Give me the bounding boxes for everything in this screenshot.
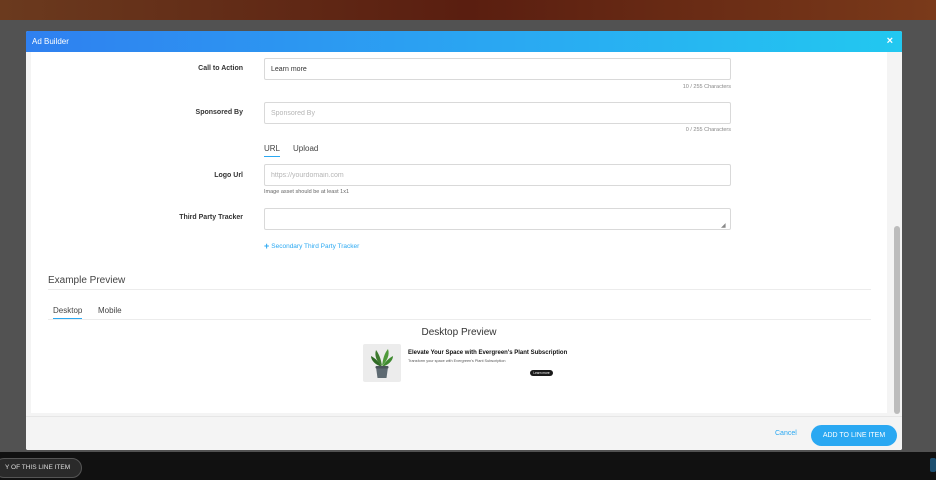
call-to-action-char-count: 10 / 255 Characters xyxy=(682,84,731,90)
ad-preview-body: Transform your space with Evergreen's Pl… xyxy=(408,359,506,363)
example-preview-title: Example Preview xyxy=(48,275,126,286)
call-to-action-label: Call to Action xyxy=(198,65,243,72)
tab-desktop[interactable]: Desktop xyxy=(53,306,83,319)
section-divider xyxy=(48,289,871,290)
sponsored-by-label: Sponsored By xyxy=(195,109,243,116)
sponsored-by-input[interactable] xyxy=(264,102,731,124)
tab-upload[interactable]: Upload xyxy=(293,144,318,153)
modal-scrollbar-thumb[interactable] xyxy=(894,226,900,414)
ad-preview-card: Elevate Your Space with Evergreen's Plan… xyxy=(363,344,567,386)
ad-builder-modal: Ad Builder × Call to Action 10 / 255 Cha… xyxy=(26,31,902,450)
tab-url[interactable]: URL xyxy=(264,144,281,157)
close-icon[interactable]: × xyxy=(887,35,893,47)
modal-title: Ad Builder xyxy=(32,37,69,46)
desktop-preview-heading: Desktop Preview xyxy=(421,327,497,338)
call-to-action-input[interactable] xyxy=(264,58,731,80)
logo-url-helper-text: Image asset should be at least 1x1 xyxy=(264,189,349,195)
cancel-button[interactable]: Cancel xyxy=(775,430,797,437)
modal-body: Call to Action 10 / 255 Characters Spons… xyxy=(31,52,887,413)
third-party-tracker-textarea[interactable] xyxy=(264,208,731,230)
third-party-tracker-label: Third Party Tracker xyxy=(179,214,243,221)
textarea-resize-handle-icon[interactable]: ◢ xyxy=(721,222,886,413)
potted-plant-icon xyxy=(371,349,393,378)
ad-preview-image xyxy=(363,344,401,382)
add-to-line-item-button[interactable]: ADD TO LINE ITEM xyxy=(811,425,897,446)
preview-tabs-divider xyxy=(48,319,871,320)
add-secondary-tracker-link[interactable]: + Secondary Third Party Tracker xyxy=(264,241,359,251)
background-edge-marker xyxy=(930,458,936,472)
modal-scrollbar[interactable] xyxy=(892,52,902,416)
sponsored-by-char-count: 0 / 255 Characters xyxy=(685,127,731,133)
ad-preview-cta-button: Learn more xyxy=(530,370,553,376)
background-top-band xyxy=(0,0,936,20)
logo-url-input[interactable] xyxy=(264,164,731,186)
modal-footer: Cancel ADD TO LINE ITEM xyxy=(26,416,902,450)
background-bottom-bar xyxy=(0,452,936,480)
modal-header: Ad Builder × xyxy=(26,31,902,52)
ad-preview-headline: Elevate Your Space with Evergreen's Plan… xyxy=(408,350,568,356)
tab-mobile[interactable]: Mobile xyxy=(98,306,122,315)
background-line-item-button[interactable]: Y OF THIS LINE ITEM xyxy=(0,458,82,478)
plus-icon: + xyxy=(264,241,270,251)
add-secondary-tracker-label: Secondary Third Party Tracker xyxy=(271,243,360,250)
logo-url-label: Logo Url xyxy=(214,172,243,179)
